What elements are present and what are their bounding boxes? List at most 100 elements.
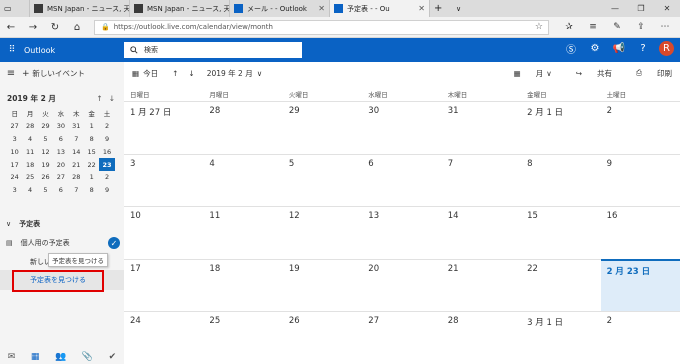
day-cell[interactable]: 4 (203, 153, 283, 207)
mini-day[interactable]: 1 (84, 171, 99, 184)
files-icon[interactable]: 📎 (82, 352, 93, 362)
mini-day[interactable]: 9 (99, 184, 114, 197)
mini-day[interactable]: 19 (38, 158, 53, 171)
people-icon[interactable]: 👥 (55, 352, 66, 362)
tab-msn-2[interactable]: MSN Japan - ニュース, 天気, メ ✕ (130, 0, 230, 17)
mini-day[interactable]: 2 (99, 171, 114, 184)
day-cell[interactable]: 26 (282, 311, 363, 364)
notifications-icon[interactable]: 📢 (607, 43, 631, 54)
mini-day[interactable]: 6 (53, 184, 68, 197)
settings-gear-icon[interactable]: ⚙ (583, 43, 607, 54)
tab-list-button[interactable]: ∨ (452, 0, 472, 17)
checkmark-icon[interactable]: ✓ (108, 237, 120, 249)
day-cell[interactable]: 28 (203, 101, 283, 154)
app-launcher-icon[interactable]: ⠿ (0, 45, 24, 55)
minimize-icon[interactable]: — (602, 4, 628, 13)
day-cell[interactable]: 16 (600, 206, 680, 259)
calendars-section-header[interactable]: ∨ 予定表 (6, 219, 40, 229)
mini-day[interactable]: 22 (84, 158, 99, 171)
mini-day[interactable]: 14 (69, 145, 84, 158)
reading-list-icon[interactable]: ≡ (581, 22, 605, 32)
mini-day[interactable]: 5 (38, 133, 53, 146)
mini-day[interactable]: 12 (38, 145, 53, 158)
day-cell[interactable]: 13 (362, 206, 442, 259)
mini-day[interactable]: 13 (53, 145, 68, 158)
day-cell[interactable]: 6 (362, 153, 442, 207)
mini-day[interactable]: 21 (69, 158, 84, 171)
day-cell[interactable]: 15 (521, 206, 601, 259)
tab-actions-button[interactable]: ▭ (0, 0, 30, 17)
day-cell[interactable]: 27 (362, 311, 442, 364)
day-cell[interactable]: 20 (362, 258, 442, 312)
day-cell[interactable]: 2 (600, 311, 680, 364)
mail-icon[interactable]: ✉ (8, 352, 16, 362)
mini-day[interactable]: 31 (69, 120, 84, 133)
day-cell[interactable]: 2 月 23 日 (600, 258, 680, 312)
back-icon[interactable]: ← (0, 22, 22, 33)
mini-day[interactable]: 17 (7, 158, 22, 171)
next-month-icon[interactable]: ↓ (109, 94, 115, 103)
mini-day[interactable]: 27 (53, 171, 68, 184)
mini-day[interactable]: 20 (53, 158, 68, 171)
today-button[interactable]: ▦ 今日 (132, 68, 158, 79)
hamburger-menu-icon[interactable]: ≡ (0, 68, 22, 79)
mini-day[interactable]: 4 (22, 184, 37, 197)
close-window-icon[interactable]: ✕ (654, 4, 680, 13)
new-event-button[interactable]: + 新しいイベント (22, 68, 85, 79)
mini-day[interactable]: 9 (99, 133, 114, 146)
view-selector[interactable]: ▦ 月 ∨ (502, 68, 552, 79)
day-cell[interactable]: 25 (203, 311, 283, 364)
day-cell[interactable]: 17 (124, 258, 204, 312)
help-icon[interactable]: ? (631, 43, 655, 54)
mini-day[interactable]: 3 (7, 133, 22, 146)
mini-day[interactable]: 16 (99, 145, 114, 158)
mini-day[interactable]: 10 (7, 145, 22, 158)
forward-icon[interactable]: → (22, 22, 44, 33)
avatar[interactable]: R (659, 41, 674, 56)
day-cell[interactable]: 22 (521, 258, 601, 312)
tab-mail[interactable]: メール - - Outlook ✕ (230, 0, 330, 17)
mini-day[interactable]: 25 (22, 171, 37, 184)
mini-day[interactable]: 8 (84, 133, 99, 146)
mini-day[interactable]: 3 (7, 184, 22, 197)
day-cell[interactable]: 30 (362, 101, 442, 154)
close-tab-icon[interactable]: ✕ (415, 4, 425, 13)
calendar-module-icon[interactable]: ▦ (31, 352, 40, 362)
mini-day[interactable]: 18 (22, 158, 37, 171)
address-bar[interactable]: 🔒 https://outlook.live.com/calendar/view… (94, 19, 549, 35)
day-cell[interactable]: 21 (441, 258, 522, 312)
favorites-icon[interactable]: ✰ (557, 22, 581, 32)
day-cell[interactable]: 10 (124, 206, 204, 259)
mini-day[interactable]: 15 (84, 145, 99, 158)
day-cell[interactable]: 8 (521, 153, 601, 207)
share-browser-icon[interactable]: ⇪ (629, 22, 653, 32)
mini-day[interactable]: 23 (99, 158, 115, 171)
day-cell[interactable]: 24 (124, 311, 204, 364)
mini-day[interactable]: 6 (53, 133, 68, 146)
app-title[interactable]: Outlook (24, 46, 124, 55)
day-cell[interactable]: 9 (600, 153, 680, 207)
mini-day[interactable]: 29 (38, 120, 53, 133)
maximize-icon[interactable]: ❐ (628, 4, 654, 13)
mini-day[interactable]: 5 (38, 184, 53, 197)
month-picker[interactable]: 2019 年 2 月 ∨ (207, 68, 263, 79)
mini-day[interactable]: 7 (69, 184, 84, 197)
mini-day[interactable]: 7 (69, 133, 84, 146)
previous-button[interactable]: ↑ (172, 69, 178, 78)
day-cell[interactable]: 3 月 1 日 (521, 311, 601, 364)
tasks-icon[interactable]: ✔ (109, 352, 117, 362)
day-cell[interactable]: 28 (441, 311, 522, 364)
day-cell[interactable]: 3 (124, 153, 204, 207)
mini-day[interactable]: 27 (7, 120, 22, 133)
mini-day[interactable]: 1 (84, 120, 99, 133)
print-button[interactable]: ⎙ 印刷 (624, 68, 672, 79)
refresh-icon[interactable]: ↻ (44, 22, 66, 33)
skype-icon[interactable]: Ⓢ (559, 41, 583, 56)
day-cell[interactable]: 7 (441, 153, 522, 207)
mini-day[interactable]: 30 (53, 120, 68, 133)
day-cell[interactable]: 2 (600, 101, 680, 154)
day-cell[interactable]: 31 (441, 101, 522, 154)
search-input[interactable]: 検索 (124, 42, 302, 58)
home-icon[interactable]: ⌂ (66, 22, 88, 33)
share-button[interactable]: ↪ 共有 (564, 68, 612, 79)
